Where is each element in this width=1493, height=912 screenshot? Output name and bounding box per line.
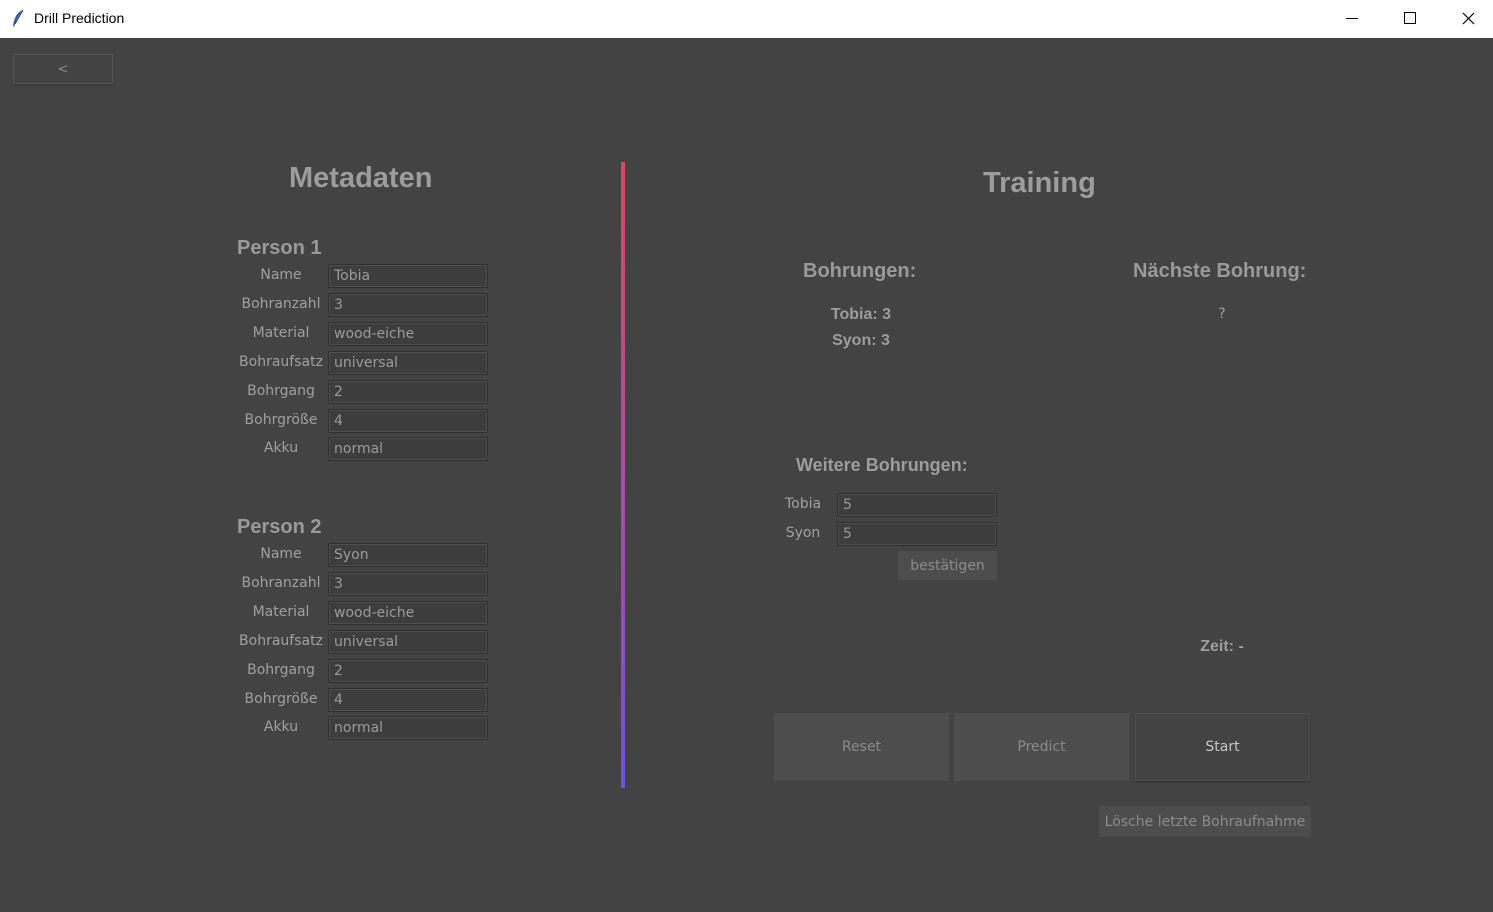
metadata-title: Metadaten: [289, 162, 433, 194]
p1-bohraufsatz-label: Bohraufsatz: [239, 354, 323, 370]
predict-button[interactable]: Predict: [954, 713, 1129, 781]
p1-name-label: Name: [260, 267, 302, 283]
delete-last-recording-button[interactable]: Lösche letzte Bohraufnahme: [1099, 806, 1311, 837]
p2-bohranzahl-label: Bohranzahl: [241, 575, 321, 591]
next-drilling-heading: Nächste Bohrung:: [1133, 260, 1307, 282]
close-button[interactable]: [1439, 0, 1493, 38]
p2-akku-field[interactable]: normal: [328, 716, 488, 740]
p1-material-field[interactable]: wood-eiche: [328, 322, 488, 346]
p2-bohrgang-field[interactable]: 2: [328, 659, 488, 683]
next-drilling-value: ?: [1218, 306, 1226, 322]
more-tobia-label: Tobia: [784, 496, 822, 512]
more-tobia-field[interactable]: 5: [837, 493, 997, 517]
close-icon: [1462, 12, 1475, 25]
time-display: Zeit: -: [1200, 638, 1244, 655]
maximize-button[interactable]: [1381, 0, 1439, 38]
section-divider: [621, 162, 625, 788]
p1-bohraufsatz-field[interactable]: universal: [328, 351, 488, 375]
maximize-icon: [1404, 12, 1416, 24]
p2-material-field[interactable]: wood-eiche: [328, 601, 488, 625]
p2-akku-label: Akku: [263, 719, 299, 735]
window-title: Drill Prediction: [34, 10, 125, 26]
p1-akku-field[interactable]: normal: [328, 437, 488, 461]
p1-bohranzahl-field[interactable]: 3: [328, 293, 488, 317]
start-button[interactable]: Start: [1135, 713, 1310, 781]
p1-bohrgroesse-field[interactable]: 4: [328, 409, 488, 433]
p2-bohrgroesse-label: Bohrgröße: [244, 691, 318, 707]
drilling-count-syon: Syon: 3: [832, 332, 890, 349]
confirm-button[interactable]: bestätigen: [898, 551, 997, 580]
p1-bohranzahl-label: Bohranzahl: [241, 296, 321, 312]
p1-bohrgroesse-label: Bohrgröße: [244, 412, 318, 428]
p2-bohraufsatz-label: Bohraufsatz: [239, 633, 323, 649]
back-button[interactable]: <: [13, 54, 113, 84]
p2-name-field[interactable]: Syon: [328, 543, 488, 567]
p2-bohrgang-label: Bohrgang: [247, 662, 315, 678]
p2-bohrgroesse-field[interactable]: 4: [328, 688, 488, 712]
p2-name-label: Name: [260, 546, 302, 562]
p1-material-label: Material: [252, 325, 310, 341]
p1-name-field[interactable]: Tobia: [328, 264, 488, 288]
p2-bohraufsatz-field[interactable]: universal: [328, 630, 488, 654]
title-bar: Drill Prediction: [0, 0, 1493, 38]
feather-icon: [13, 9, 24, 27]
p1-bohrgang-field[interactable]: 2: [328, 380, 488, 404]
more-syon-field[interactable]: 5: [837, 522, 997, 546]
person-1-heading: Person 1: [237, 237, 322, 259]
minimize-icon: [1346, 18, 1358, 19]
reset-button[interactable]: Reset: [774, 713, 949, 781]
drilling-count-tobia: Tobia: 3: [830, 306, 892, 323]
training-title: Training: [983, 167, 1096, 199]
p1-akku-label: Akku: [263, 440, 299, 456]
p2-bohranzahl-field[interactable]: 3: [328, 572, 488, 596]
more-drillings-heading: Weitere Bohrungen:: [796, 455, 968, 475]
drillings-heading: Bohrungen:: [803, 260, 917, 282]
more-syon-label: Syon: [785, 525, 821, 541]
person-2-heading: Person 2: [237, 516, 322, 538]
p2-material-label: Material: [252, 604, 310, 620]
p1-bohrgang-label: Bohrgang: [247, 383, 315, 399]
minimize-button[interactable]: [1323, 0, 1381, 38]
